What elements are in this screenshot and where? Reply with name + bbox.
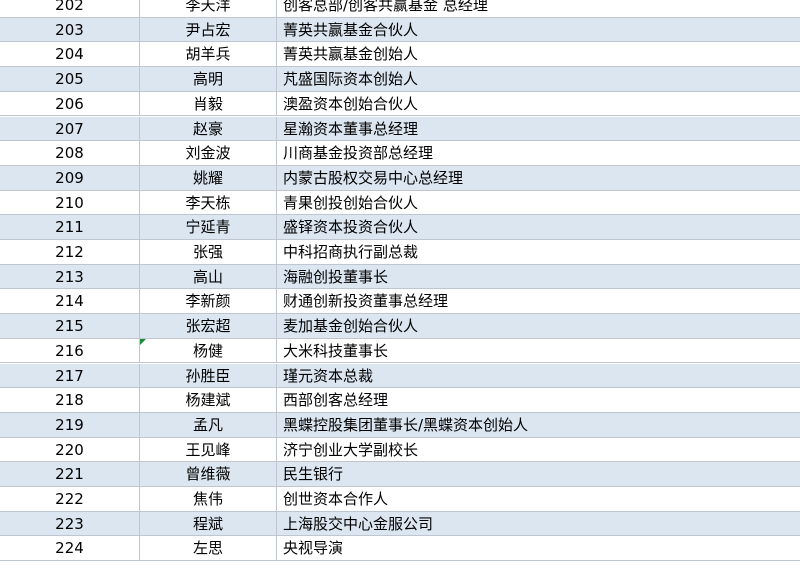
cell-title[interactable]: 菁英共赢基金创始人: [277, 42, 800, 66]
table-row[interactable]: 222 焦伟 创世资本合作人: [0, 487, 800, 512]
cell-number[interactable]: 216: [0, 338, 140, 363]
cell-number[interactable]: 210: [0, 190, 140, 215]
cell-title[interactable]: 西部创客总经理: [277, 388, 800, 412]
cell-name[interactable]: 张强: [140, 240, 277, 264]
table-row[interactable]: 224 左思 央视导演: [0, 536, 800, 562]
cell-title[interactable]: 芃盛国际资本创始人: [277, 67, 800, 91]
cell-title[interactable]: 盛铎资本投资合伙人: [277, 215, 800, 239]
cell-number[interactable]: 205: [0, 67, 140, 91]
cell-title[interactable]: 内蒙古股权交易中心总经理: [277, 166, 800, 190]
cell-number[interactable]: 208: [0, 141, 140, 165]
cell-name[interactable]: 姚耀: [140, 165, 277, 190]
cell-number[interactable]: 219: [0, 412, 140, 437]
table-row[interactable]: 216 杨健 大米科技董事长: [0, 338, 800, 364]
cell-name[interactable]: 李天栋: [140, 190, 277, 215]
table-row[interactable]: 208 刘金波 川商基金投资部总经理: [0, 141, 800, 166]
cell-name[interactable]: 杨健: [140, 338, 277, 363]
cell-name[interactable]: 杨建斌: [140, 388, 277, 412]
cell-name[interactable]: 左思: [140, 536, 277, 561]
cell-name[interactable]: 李天洋: [140, 0, 277, 17]
table-row[interactable]: 217 孙胜臣 瑾元资本总裁: [0, 363, 800, 389]
cell-title[interactable]: 财通创新投资董事总经理: [277, 289, 800, 313]
table-row[interactable]: 213 高山 海融创投董事长: [0, 264, 800, 290]
table-row[interactable]: 212 张强 中科招商执行副总裁: [0, 240, 800, 265]
cell-name[interactable]: 胡羊兵: [140, 42, 277, 67]
cell-number[interactable]: 224: [0, 536, 140, 561]
cell-number[interactable]: 213: [0, 264, 140, 289]
table-row[interactable]: 206 肖毅 澳盈资本创始合伙人: [0, 91, 800, 117]
cell-name[interactable]: 宁延青: [140, 215, 277, 239]
cell-number[interactable]: 218: [0, 388, 140, 412]
cell-title[interactable]: 上海股交中心金服公司: [277, 512, 800, 536]
cell-number[interactable]: 223: [0, 511, 140, 536]
cell-number[interactable]: 211: [0, 215, 140, 239]
cell-title[interactable]: 创世资本合作人: [277, 487, 800, 511]
cell-name[interactable]: 高山: [140, 264, 277, 289]
cell-name[interactable]: 程斌: [140, 511, 277, 536]
cell-number[interactable]: 222: [0, 487, 140, 511]
table-row[interactable]: 214 李新颜 财通创新投资董事总经理: [0, 289, 800, 315]
cell-title[interactable]: 中科招商执行副总裁: [277, 240, 800, 264]
cell-number[interactable]: 206: [0, 91, 140, 116]
cell-name[interactable]: 王见峰: [140, 437, 277, 462]
cell-number[interactable]: 203: [0, 17, 140, 42]
table-row[interactable]: 210 李天栋 青果创投创始合伙人: [0, 190, 800, 216]
table-row[interactable]: 204 胡羊兵 菁英共赢基金创始人: [0, 42, 800, 68]
table-row[interactable]: 219 孟凡 黑蝶控股集团董事长/黑蝶资本创始人: [0, 412, 800, 438]
table-row[interactable]: 218 杨建斌 西部创客总经理: [0, 388, 800, 413]
cell-number[interactable]: 212: [0, 240, 140, 264]
table-row[interactable]: 203 尹占宏 菁英共赢基金合伙人: [0, 17, 800, 43]
cell-title[interactable]: 创客总部/创客共赢基金 总经理: [277, 0, 800, 17]
cell-name[interactable]: 赵豪: [140, 116, 277, 141]
cell-indicator-icon: [140, 338, 146, 345]
cell-name[interactable]: 尹占宏: [140, 17, 277, 42]
cell-name[interactable]: 张宏超: [140, 314, 277, 338]
cell-number[interactable]: 209: [0, 165, 140, 190]
cell-title[interactable]: 澳盈资本创始合伙人: [277, 92, 800, 116]
cell-name[interactable]: 李新颜: [140, 289, 277, 314]
cell-title[interactable]: 济宁创业大学副校长: [277, 438, 800, 462]
cell-title[interactable]: 川商基金投资部总经理: [277, 141, 800, 165]
cell-name[interactable]: 焦伟: [140, 487, 277, 511]
cell-number[interactable]: 214: [0, 289, 140, 314]
cell-number[interactable]: 220: [0, 437, 140, 462]
cell-name[interactable]: 高明: [140, 67, 277, 91]
cell-title[interactable]: 青果创投创始合伙人: [277, 191, 800, 215]
spreadsheet-grid: 202 李天洋 创客总部/创客共赢基金 总经理 203 尹占宏 菁英共赢基金合伙人 204 胡…: [0, 0, 800, 569]
cell-number[interactable]: 217: [0, 363, 140, 388]
cell-title[interactable]: 瑾元资本总裁: [277, 364, 800, 388]
table-row[interactable]: 205 高明 芃盛国际资本创始人: [0, 67, 800, 92]
cell-title[interactable]: 菁英共赢基金合伙人: [277, 18, 800, 42]
cell-title[interactable]: 黑蝶控股集团董事长/黑蝶资本创始人: [277, 413, 800, 437]
cell-title[interactable]: 央视导演: [277, 536, 800, 560]
cell-number[interactable]: 207: [0, 116, 140, 141]
table-row[interactable]: 220 王见峰 济宁创业大学副校长: [0, 437, 800, 463]
table-row[interactable]: 207 赵豪 星瀚资本董事总经理: [0, 116, 800, 142]
cell-title[interactable]: 星瀚资本董事总经理: [277, 117, 800, 141]
table-row[interactable]: 202 李天洋 创客总部/创客共赢基金 总经理: [0, 0, 800, 18]
cell-number[interactable]: 215: [0, 314, 140, 338]
cell-number[interactable]: 221: [0, 462, 140, 486]
table-row[interactable]: 209 姚耀 内蒙古股权交易中心总经理: [0, 165, 800, 191]
cell-title[interactable]: 海融创投董事长: [277, 265, 800, 289]
table-row[interactable]: 221 曾维薇 民生银行: [0, 462, 800, 487]
table-row[interactable]: 215 张宏超 麦加基金创始合伙人: [0, 314, 800, 339]
cell-name[interactable]: 孟凡: [140, 412, 277, 437]
table-row[interactable]: 223 程斌 上海股交中心金服公司: [0, 511, 800, 537]
cell-name[interactable]: 孙胜臣: [140, 363, 277, 388]
cell-number[interactable]: 204: [0, 42, 140, 67]
cell-name[interactable]: 刘金波: [140, 141, 277, 165]
cell-name[interactable]: 曾维薇: [140, 462, 277, 486]
cell-number[interactable]: 202: [0, 0, 140, 17]
cell-title[interactable]: 大米科技董事长: [277, 339, 800, 363]
cell-name[interactable]: 肖毅: [140, 91, 277, 116]
table-row[interactable]: 211 宁延青 盛铎资本投资合伙人: [0, 215, 800, 240]
cell-title[interactable]: 民生银行: [277, 462, 800, 486]
cell-title[interactable]: 麦加基金创始合伙人: [277, 314, 800, 338]
